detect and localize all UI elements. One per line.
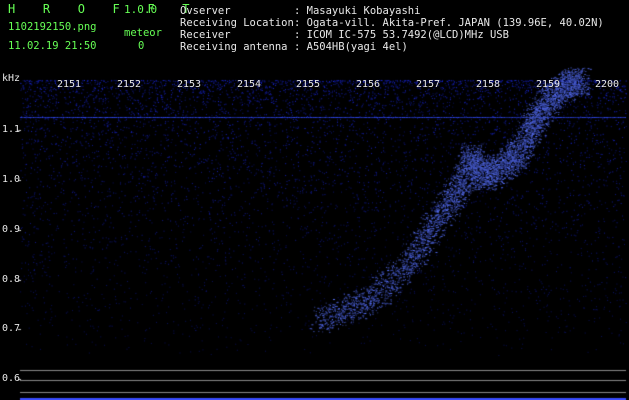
x-label: 2158 bbox=[476, 79, 501, 90]
info-value-receiver: : ICOM IC-575 53.7492(@LCD)MHz USB bbox=[294, 29, 509, 41]
x-label: 2153 bbox=[177, 79, 202, 90]
y-label: 0.8 bbox=[2, 274, 21, 285]
info-key-antenna: Receiving antenna bbox=[180, 41, 288, 53]
x-label: 2159 bbox=[536, 79, 561, 90]
file-datetime: 11.02.19 21:50 bbox=[8, 40, 97, 52]
app-version: 1.0.0 bbox=[124, 3, 158, 16]
y-label: 1.1 bbox=[2, 124, 21, 135]
file-name: 1102192150.png bbox=[8, 21, 97, 33]
info-value-antenna: : A504HB(yagi 4el) bbox=[294, 41, 408, 53]
y-axis-unit: kHz bbox=[2, 73, 21, 84]
x-label: 2157 bbox=[416, 79, 441, 90]
x-label: 2155 bbox=[296, 79, 321, 90]
y-label: 0.6 bbox=[2, 373, 21, 384]
info-value-location: : Ogata-vill. Akita-Pref. JAPAN (139.96E… bbox=[294, 17, 604, 29]
y-label: 0.9 bbox=[2, 224, 21, 235]
info-key-observer: Ovserver bbox=[180, 5, 231, 17]
info-value-observer: : Masayuki Kobayashi bbox=[294, 5, 421, 17]
app-title: H R O F F T bbox=[8, 2, 200, 16]
y-label: 1.0 bbox=[2, 174, 21, 185]
x-label: 2151 bbox=[57, 79, 82, 90]
x-label: 2200 bbox=[595, 79, 620, 90]
info-key-location: Receiving Location bbox=[180, 17, 294, 29]
x-label: 2156 bbox=[356, 79, 381, 90]
x-label: 2152 bbox=[117, 79, 142, 90]
meteor-count: 0 bbox=[138, 40, 145, 52]
y-label: 0.7 bbox=[2, 323, 21, 334]
spectrogram-canvas bbox=[0, 0, 629, 400]
x-label: 2154 bbox=[237, 79, 262, 90]
meteor-label: meteor bbox=[124, 27, 162, 39]
info-key-receiver: Receiver bbox=[180, 29, 231, 41]
